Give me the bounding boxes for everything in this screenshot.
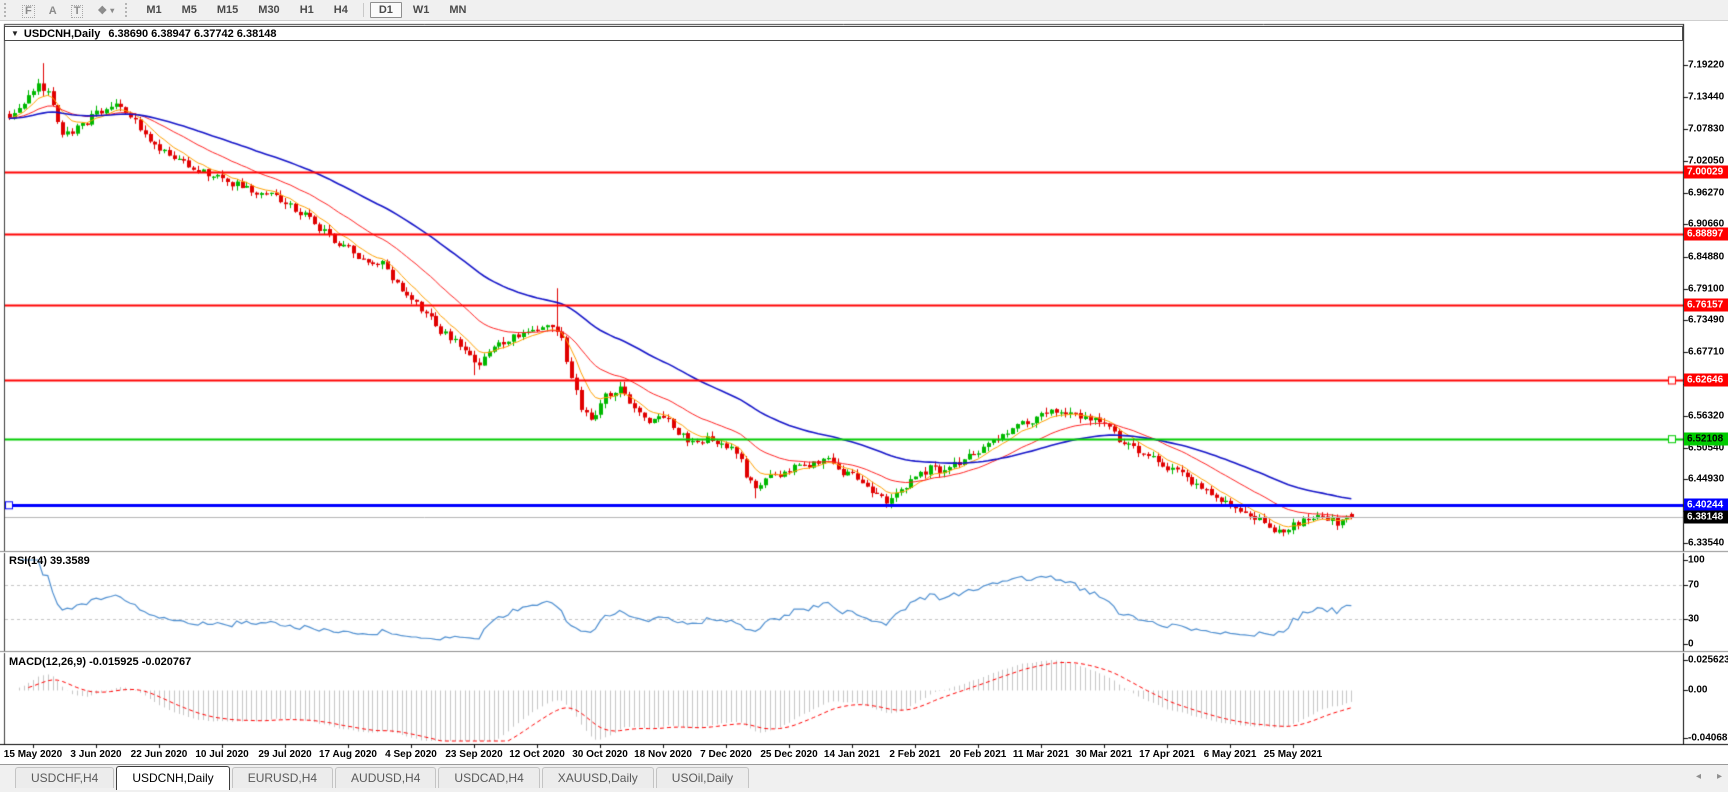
price-axis-tick: 6.56320 — [1688, 410, 1725, 422]
chart-canvas[interactable] — [0, 0, 1728, 792]
date-axis-label: 30 Oct 2020 — [572, 749, 628, 760]
date-axis-label: 23 Sep 2020 — [445, 749, 503, 760]
timeframe-button-w1[interactable]: W1 — [404, 2, 439, 18]
timeframe-button-d1[interactable]: D1 — [369, 2, 402, 18]
level-price-chip[interactable]: 6.76157 — [1684, 298, 1728, 312]
date-axis-label: 30 Mar 2021 — [1075, 749, 1133, 760]
chart-ohlc-values: 6.38690 6.38947 6.37742 6.38148 — [108, 27, 277, 40]
chart-tab-usdchf[interactable]: USDCHF,H4 — [15, 767, 115, 788]
macd-name: MACD(12,26,9) — [9, 656, 87, 668]
text-box-icon[interactable]: T — [70, 5, 84, 18]
trading-app-window: { "toolbar": { "tools": [ {"name": "fibo… — [0, 0, 1728, 792]
dropdown-caret-icon: ▾ — [110, 6, 115, 15]
date-axis-label: 20 Feb 2021 — [949, 749, 1007, 760]
price-axis-tick: 6.96270 — [1688, 187, 1725, 199]
chart-collapse-icon[interactable]: ▼ — [11, 29, 19, 38]
date-axis-label: 4 Sep 2020 — [385, 749, 437, 760]
price-axis-tick: 6.84880 — [1688, 251, 1725, 263]
date-axis-label: 15 May 2020 — [3, 749, 63, 760]
date-axis-label: 12 Oct 2020 — [509, 749, 565, 760]
fibonacci-tool-icon: F — [22, 5, 35, 18]
date-axis-label: 2 Feb 2021 — [889, 749, 941, 760]
rsi-axis-tick: 0 — [1688, 638, 1694, 650]
tab-scroll-left-icon[interactable]: ◂ — [1696, 771, 1701, 782]
macd-axis-tick: 0.025623 — [1688, 654, 1728, 666]
rsi-name: RSI(14) — [9, 555, 47, 567]
toolbar-grip[interactable] — [125, 3, 130, 17]
text-box-icon: T — [70, 5, 84, 18]
fibonacci-tool-icon[interactable]: F — [22, 5, 35, 18]
shapes-tool-icon[interactable]: ❖ ▾ — [97, 4, 114, 17]
timeframe-button-m5[interactable]: M5 — [173, 2, 206, 18]
price-axis-tick: 7.07830 — [1688, 123, 1725, 135]
tab-scroll-nav: ◂ ▸ — [1696, 771, 1722, 782]
price-axis-tick: 7.19220 — [1688, 59, 1725, 71]
macd-indicator-label: MACD(12,26,9) -0.015925 -0.020767 — [9, 656, 191, 668]
date-axis-label: 22 Jun 2020 — [130, 749, 188, 760]
chart-tab-xauusd[interactable]: XAUUSD,Daily — [541, 767, 654, 788]
tab-scroll-right-icon[interactable]: ▸ — [1717, 771, 1722, 782]
level-price-chip[interactable]: 7.00029 — [1684, 165, 1728, 179]
level-price-chip[interactable]: 6.52108 — [1684, 432, 1728, 446]
price-axis-tick: 6.67710 — [1688, 346, 1725, 358]
timeframe-button-m30[interactable]: M30 — [249, 2, 288, 18]
rsi-value: 39.3589 — [49, 555, 90, 567]
rsi-axis-tick: 70 — [1688, 579, 1700, 591]
macd-signal-value: -0.020767 — [141, 656, 192, 668]
macd-axis-tick: -0.040687 — [1688, 732, 1728, 744]
date-axis-label: 7 Dec 2020 — [700, 749, 752, 760]
price-axis-tick: 7.13440 — [1688, 91, 1725, 103]
macd-axis-tick: 0.00 — [1688, 684, 1708, 696]
level-price-chip[interactable]: 6.88897 — [1684, 227, 1728, 241]
timeframe-button-m15[interactable]: M15 — [208, 2, 247, 18]
price-axis-tick: 6.33540 — [1688, 537, 1725, 549]
chart-tab-usdcad[interactable]: USDCAD,H4 — [438, 767, 540, 788]
level-price-chip[interactable]: 6.62646 — [1684, 373, 1728, 387]
chart-tab-usoil[interactable]: USOil,Daily — [655, 767, 750, 788]
date-axis-label: 17 Aug 2020 — [319, 749, 377, 760]
date-axis-label: 6 May 2021 — [1203, 749, 1257, 760]
rsi-axis-tick: 30 — [1688, 613, 1700, 625]
text-label-icon[interactable]: A — [49, 5, 57, 17]
chart-symbol-period: USDCNH,Daily — [23, 27, 101, 40]
timeframe-button-m1[interactable]: M1 — [137, 2, 170, 18]
timeframe-button-h4[interactable]: H4 — [325, 2, 357, 18]
date-axis-label: 11 Mar 2021 — [1012, 749, 1070, 760]
toolbar-separator — [362, 3, 364, 17]
chart-tab-audusd[interactable]: AUDUSD,H4 — [335, 767, 437, 788]
rsi-axis-tick: 100 — [1688, 554, 1705, 566]
chart-tab-usdcnh[interactable]: USDCNH,Daily — [116, 766, 230, 790]
drawing-tools-group: F A T ❖ ▾ — [15, 1, 121, 19]
current-price-chip: 6.38148 — [1684, 510, 1728, 524]
toolbar: F A T ❖ ▾ M1 M5 M15 M30 H1 H4 D1 W1 MN — [0, 0, 1728, 21]
date-axis-label: 25 Dec 2020 — [760, 749, 818, 760]
toolbar-grip[interactable] — [4, 3, 9, 17]
rsi-indicator-label: RSI(14) 39.3589 — [9, 555, 90, 567]
date-axis-label: 10 Jul 2020 — [195, 749, 249, 760]
price-axis-tick: 6.73490 — [1688, 314, 1725, 326]
macd-value: -0.015925 — [89, 656, 139, 668]
date-axis-label: 29 Jul 2020 — [258, 749, 312, 760]
price-axis-tick: 6.44930 — [1688, 473, 1725, 485]
chart-tab-bar: USDCHF,H4 USDCNH,Daily EURUSD,H4 AUDUSD,H4 U… — [0, 764, 1728, 792]
text-label-icon: A — [48, 5, 57, 17]
date-axis-label: 18 Nov 2020 — [634, 749, 692, 760]
timeframe-buttons-group: M1 M5 M15 M30 H1 H4 D1 W1 MN — [136, 2, 476, 18]
timeframe-button-mn[interactable]: MN — [440, 2, 475, 18]
chart-tab-eurusd[interactable]: EURUSD,H4 — [231, 767, 334, 788]
date-axis-label: 3 Jun 2020 — [70, 749, 122, 760]
shapes-tool-icon: ❖ — [97, 5, 108, 17]
price-axis-tick: 6.79100 — [1688, 283, 1725, 295]
chart-title-bar: ▼ USDCNH,Daily 6.38690 6.38947 6.37742 6… — [4, 26, 1683, 41]
date-axis-label: 14 Jan 2021 — [823, 749, 881, 760]
date-axis-label: 25 May 2021 — [1263, 749, 1323, 760]
date-axis-label: 17 Apr 2021 — [1139, 749, 1195, 760]
timeframe-button-h1[interactable]: H1 — [291, 2, 323, 18]
